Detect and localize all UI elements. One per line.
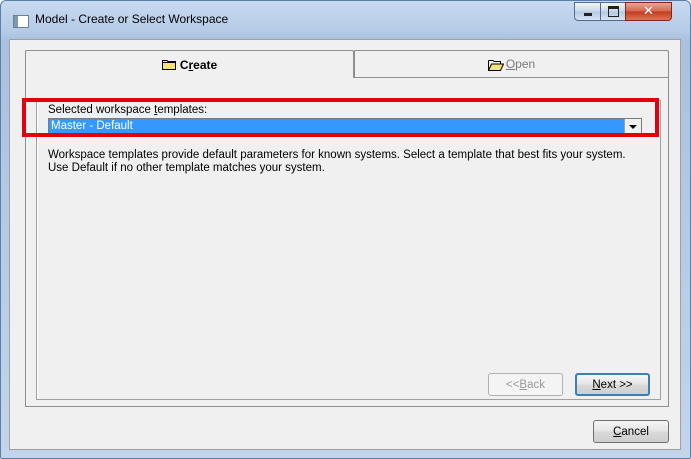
maximize-button[interactable] — [600, 2, 626, 21]
minimize-icon — [583, 13, 592, 16]
close-button[interactable]: ✕ — [625, 2, 672, 21]
template-select[interactable]: Master - Default — [48, 118, 642, 135]
dialog-client-area: Create Open Selected workspace templates… — [9, 39, 681, 450]
back-button[interactable]: << Back — [488, 373, 563, 396]
next-button[interactable]: Next >> — [575, 373, 650, 396]
folder-icon — [161, 59, 176, 70]
templates-label: Selected workspace templates: — [48, 104, 208, 116]
cancel-button[interactable]: Cancel — [593, 420, 669, 443]
dialog-window: Model - Create or Select Workspace ✕ Cre… — [0, 0, 691, 459]
template-select-value: Master - Default — [51, 120, 133, 132]
window-icon — [13, 15, 29, 28]
close-icon: ✕ — [643, 4, 654, 19]
create-tab-panel: Selected workspace templates: Master - D… — [22, 77, 669, 407]
dropdown-arrow-button[interactable] — [624, 119, 641, 134]
tab-open[interactable]: Open — [354, 50, 669, 77]
chevron-down-icon — [629, 124, 637, 129]
template-group: Selected workspace templates: Master - D… — [22, 98, 661, 400]
window-title: Model - Create or Select Workspace — [35, 12, 229, 26]
title-bar[interactable]: Model - Create or Select Workspace ✕ — [1, 1, 690, 39]
open-folder-icon — [487, 59, 505, 71]
tab-open-label: Open — [505, 57, 536, 71]
template-description: Workspace templates provide default para… — [48, 149, 626, 174]
tab-create[interactable]: Create — [25, 50, 354, 78]
tab-create-label: Create — [179, 57, 218, 72]
maximize-icon — [607, 6, 619, 17]
minimize-button[interactable] — [574, 2, 601, 21]
